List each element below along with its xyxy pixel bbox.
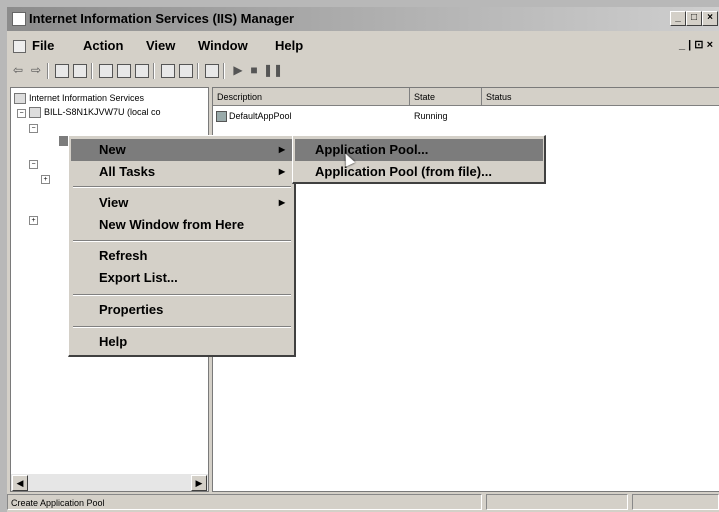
- toolbar-separator: [197, 63, 199, 79]
- show-tree-icon[interactable]: [73, 64, 87, 78]
- menu-action[interactable]: Action: [83, 38, 123, 53]
- close-button[interactable]: ×: [702, 11, 718, 26]
- expand-icon[interactable]: +: [29, 216, 38, 225]
- menu-item-all-tasks[interactable]: All Tasks ▶: [71, 161, 293, 183]
- play-icon[interactable]: ▶: [231, 63, 245, 77]
- tree-server[interactable]: BILL-S8N1KJVW7U (local co: [29, 107, 161, 119]
- collapse-icon[interactable]: −: [17, 109, 26, 118]
- menu-item-help[interactable]: Help: [71, 331, 293, 353]
- submenu-arrow-icon: ▶: [278, 198, 285, 207]
- menu-separator: [73, 240, 291, 242]
- context-menu: New ▶ All Tasks ▶ View ▶ New Window from He…: [68, 135, 296, 357]
- properties-icon[interactable]: [99, 64, 113, 78]
- iis-app-icon: [12, 12, 26, 26]
- toolbar-separator: [47, 63, 49, 79]
- forward-arrow-icon[interactable]: ⇨: [29, 63, 43, 77]
- new-window-icon[interactable]: [179, 64, 193, 78]
- menu-separator: [73, 326, 291, 328]
- mdi-controls[interactable]: _ | ⊡ ×: [679, 38, 713, 51]
- menu-separator: [73, 294, 291, 296]
- window-title: Internet Information Services (IIS) Mana…: [29, 11, 295, 26]
- status-bar: Create Application Pool: [7, 492, 719, 512]
- column-header-status[interactable]: Status: [482, 88, 719, 106]
- status-pane: [632, 494, 719, 510]
- expand-icon[interactable]: +: [41, 175, 50, 184]
- toolbar-separator: [153, 63, 155, 79]
- menu-item-application-pool[interactable]: Application Pool...: [295, 139, 543, 161]
- menu-file[interactable]: File: [32, 38, 54, 53]
- menu-item-new-window[interactable]: New Window from Here: [71, 214, 293, 236]
- maximize-button[interactable]: □: [686, 11, 702, 26]
- menu-item-application-pool-from-file[interactable]: Application Pool (from file)...: [295, 161, 543, 183]
- menu-view[interactable]: View: [146, 38, 175, 53]
- menu-separator: [73, 186, 291, 188]
- iis-root-icon: [14, 93, 26, 105]
- minimize-button[interactable]: _: [670, 11, 686, 26]
- menu-item-properties[interactable]: Properties: [71, 299, 293, 321]
- column-header-state[interactable]: State: [410, 88, 482, 106]
- server-icon: [29, 107, 41, 119]
- menu-item-refresh[interactable]: Refresh: [71, 245, 293, 267]
- up-level-icon[interactable]: [55, 64, 69, 78]
- help-icon[interactable]: [161, 64, 175, 78]
- scroll-right-icon[interactable]: ▶: [191, 475, 207, 491]
- collapse-icon[interactable]: −: [29, 124, 38, 133]
- back-arrow-icon[interactable]: ⇦: [11, 63, 25, 77]
- status-text: Create Application Pool: [7, 494, 482, 510]
- export-list-icon[interactable]: [135, 64, 149, 78]
- stop-icon[interactable]: ■: [247, 63, 261, 77]
- toolbar-separator: [223, 63, 225, 79]
- refresh-icon[interactable]: [117, 64, 131, 78]
- tree-root[interactable]: Internet Information Services: [14, 93, 144, 105]
- title-bar: Internet Information Services (IIS) Mana…: [7, 7, 719, 31]
- menu-bar: File Action View Window Help _ | ⊡ ×: [7, 35, 719, 57]
- server-icon[interactable]: [205, 64, 219, 78]
- submenu-arrow-icon: ▶: [278, 145, 285, 154]
- new-submenu: Application Pool... Application Pool (fr…: [292, 135, 546, 184]
- menu-window[interactable]: Window: [198, 38, 248, 53]
- column-header-description[interactable]: Description: [213, 88, 410, 106]
- collapse-icon[interactable]: −: [29, 160, 38, 169]
- menu-help[interactable]: Help: [275, 38, 303, 53]
- console-doc-icon: [13, 40, 26, 53]
- pause-icon[interactable]: ❚❚: [263, 63, 283, 77]
- menu-item-export-list[interactable]: Export List...: [71, 267, 293, 289]
- menu-item-new[interactable]: New ▶: [71, 139, 293, 161]
- tree-horizontal-scrollbar[interactable]: ◀ ▶: [11, 474, 208, 491]
- app-pool-icon: [216, 111, 227, 123]
- toolbar: ⇦ ⇨ ▶ ■ ❚❚: [7, 59, 719, 83]
- list-item-state: Running: [414, 111, 448, 121]
- toolbar-separator: [91, 63, 93, 79]
- list-item[interactable]: DefaultAppPool: [216, 109, 292, 123]
- status-pane: [486, 494, 628, 510]
- submenu-arrow-icon: ▶: [278, 167, 285, 176]
- menu-item-view[interactable]: View ▶: [71, 192, 293, 214]
- scroll-left-icon[interactable]: ◀: [12, 475, 28, 491]
